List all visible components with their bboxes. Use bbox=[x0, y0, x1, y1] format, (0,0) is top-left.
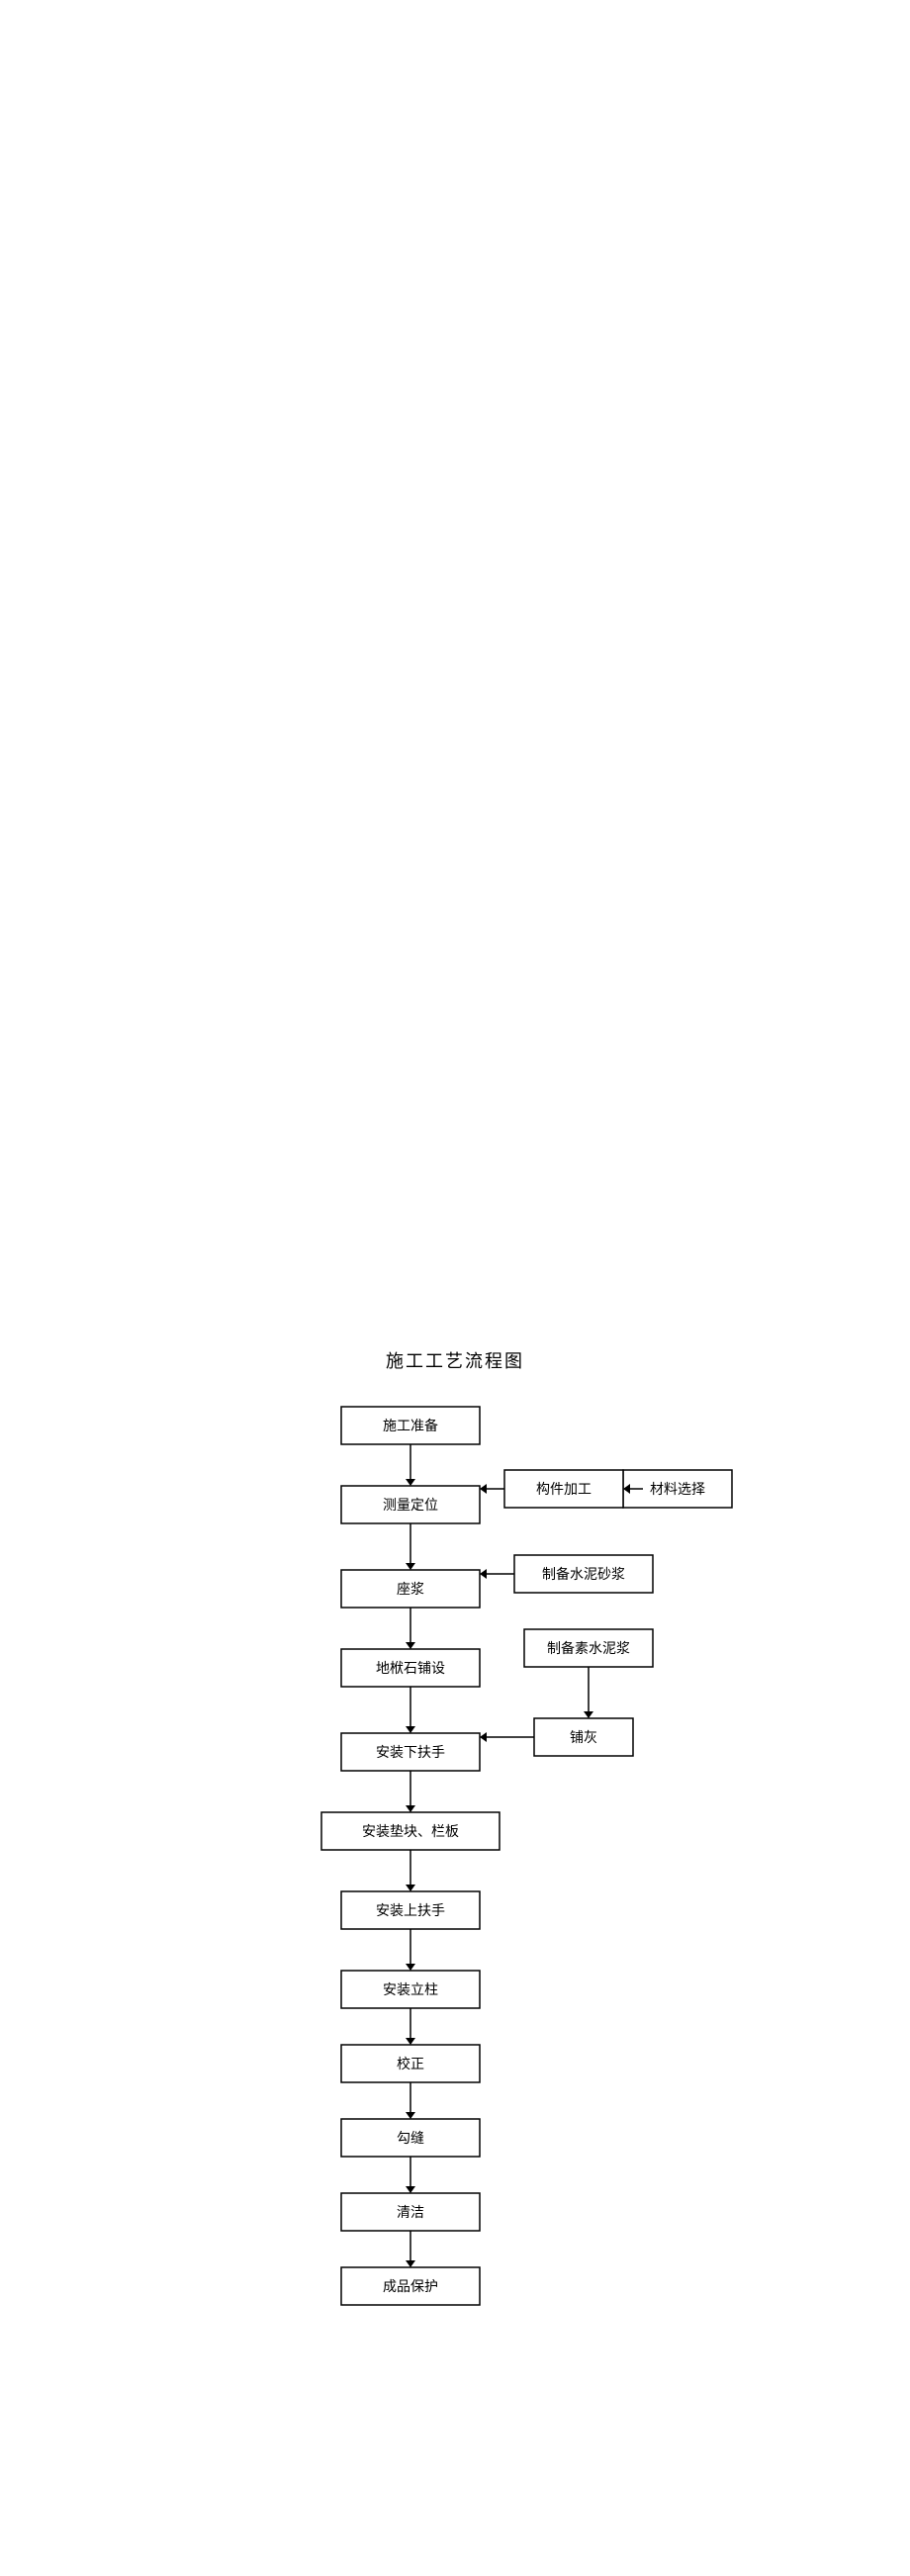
svg-text:测量定位: 测量定位 bbox=[383, 1498, 438, 1514]
svg-text:安装上扶手: 安装上扶手 bbox=[376, 1903, 445, 1919]
svg-text:安装立柱: 安装立柱 bbox=[383, 1982, 438, 1998]
svg-text:材料选择: 材料选择 bbox=[650, 1482, 705, 1498]
svg-text:成品保护: 成品保护 bbox=[383, 2279, 438, 2295]
page bbox=[0, 0, 910, 1288]
svg-text:勾缝: 勾缝 bbox=[397, 2131, 424, 2147]
svg-text:制备素水泥浆: 制备素水泥浆 bbox=[547, 1640, 630, 1657]
svg-text:安装垫块、栏板: 安装垫块、栏板 bbox=[362, 1824, 459, 1840]
svg-text:座浆: 座浆 bbox=[397, 1582, 424, 1598]
page-title: 施工工艺流程图 bbox=[386, 1347, 524, 1373]
svg-text:清洁: 清洁 bbox=[397, 2205, 424, 2221]
svg-text:安装下扶手: 安装下扶手 bbox=[376, 1745, 445, 1761]
svg-text:制备水泥砂浆: 制备水泥砂浆 bbox=[542, 1566, 625, 1583]
flowchart-svg: 施工准备测量定位座浆地栿石铺设安装下扶手安装垫块、栏板安装上扶手安装立柱校正勾缝… bbox=[158, 1397, 752, 2436]
svg-text:地栿石铺设: 地栿石铺设 bbox=[376, 1661, 445, 1677]
svg-text:校正: 校正 bbox=[397, 2056, 424, 2072]
svg-text:施工准备: 施工准备 bbox=[383, 1418, 438, 1434]
page: 施工工艺流程图施工准备测量定位座浆地栿石铺设安装下扶手安装垫块、栏板安装上扶手安… bbox=[0, 1288, 910, 2576]
svg-text:构件加工: 构件加工 bbox=[536, 1482, 592, 1498]
svg-text:铺灰: 铺灰 bbox=[570, 1730, 597, 1746]
